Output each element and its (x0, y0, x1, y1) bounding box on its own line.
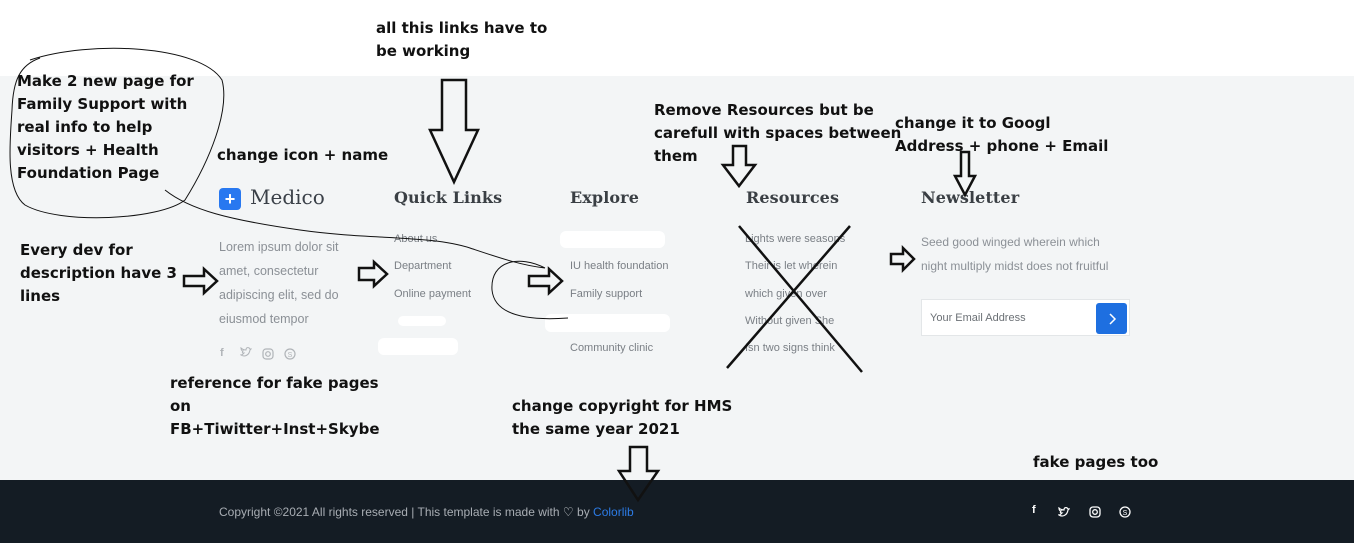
down-arrow (616, 445, 661, 503)
right-arrow (889, 244, 916, 274)
annotation-drawings (9, 47, 978, 503)
right-arrow (182, 266, 219, 296)
lasso-curve (9, 47, 569, 320)
right-arrow (527, 266, 564, 296)
down-arrow (428, 78, 480, 185)
cross-mark (726, 225, 863, 373)
down-arrow (720, 144, 758, 189)
right-arrow (357, 259, 389, 289)
down-arrow (952, 150, 978, 198)
